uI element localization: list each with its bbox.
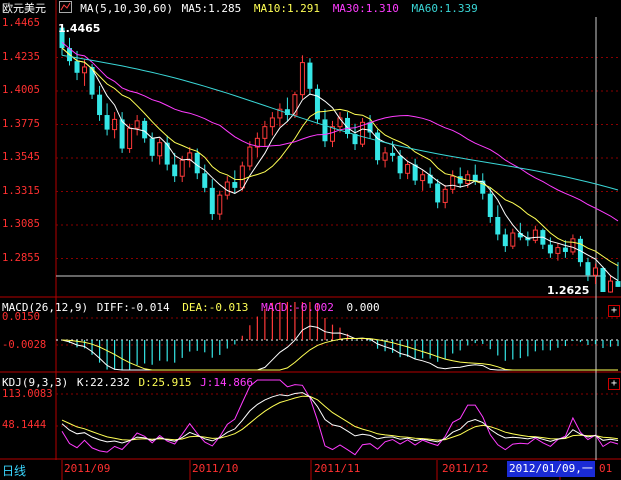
kdj-d-line bbox=[61, 395, 619, 441]
candle-body-down bbox=[104, 115, 110, 130]
macd-diff: DIFF:-0.014 bbox=[96, 301, 170, 314]
kdj-axis-mid: 48.1444 bbox=[2, 419, 47, 431]
period-tab[interactable]: 日线 bbox=[2, 462, 26, 479]
candle-body-up bbox=[224, 181, 230, 196]
candle-body-down bbox=[142, 120, 148, 139]
cursor-date-label: 2012/01/09,一 bbox=[507, 461, 595, 477]
last-price-marker: 1.2625 bbox=[547, 284, 590, 297]
macd-expand-button[interactable]: + bbox=[608, 305, 620, 317]
candle-body-up bbox=[592, 267, 598, 276]
candle-body-down bbox=[615, 281, 621, 287]
candle-body-up bbox=[405, 164, 411, 174]
candle-body-down bbox=[367, 122, 373, 133]
ma5-line bbox=[61, 47, 619, 282]
candle-body-up bbox=[555, 247, 561, 254]
candle-body-up bbox=[239, 165, 245, 189]
candle-body-down bbox=[172, 164, 178, 177]
candle-body-up bbox=[329, 126, 335, 142]
kdj-expand-button[interactable]: + bbox=[608, 378, 620, 390]
kdj-k: K:22.232 bbox=[76, 376, 130, 389]
candle-body-down bbox=[202, 173, 208, 188]
high-price-marker: 1.4465 bbox=[58, 22, 101, 35]
candle-body-down bbox=[480, 180, 486, 194]
candle-body-up bbox=[442, 188, 448, 203]
candle-body-down bbox=[495, 216, 501, 235]
candle-body-down bbox=[502, 234, 508, 247]
candle-body-up bbox=[607, 280, 613, 293]
macd-extra: 0.000 bbox=[346, 301, 380, 314]
candle-body-down bbox=[472, 174, 478, 181]
candle-body-down bbox=[600, 267, 606, 292]
candle-body-up bbox=[82, 66, 88, 74]
x-label-oct: 2011/10 bbox=[192, 462, 239, 475]
kdj-d: D:25.915 bbox=[138, 376, 192, 389]
macd-axis-zero: -0.0028 bbox=[2, 339, 47, 351]
candle-body-down bbox=[390, 152, 396, 156]
candle-body-down bbox=[585, 262, 591, 276]
x-label-nov: 2011/11 bbox=[314, 462, 361, 475]
candle-body-up bbox=[157, 142, 163, 157]
candle-body-down bbox=[435, 183, 441, 203]
candle-body-up bbox=[262, 126, 268, 139]
candle-body-up bbox=[112, 118, 118, 131]
kdj-k-line bbox=[61, 392, 619, 444]
x-label-dec: 2011/12 bbox=[442, 462, 489, 475]
candle-body-down bbox=[149, 138, 155, 156]
candle-body-up bbox=[217, 194, 223, 215]
candle-body-up bbox=[179, 159, 185, 177]
candle-body-down bbox=[487, 193, 493, 217]
macd-value: MACD:-0.002 bbox=[261, 301, 334, 314]
candle-body-up bbox=[510, 232, 516, 247]
candle-body-down bbox=[307, 62, 313, 89]
candle-body-down bbox=[194, 152, 200, 174]
macd-axis-top: 0.0150 bbox=[2, 311, 40, 323]
candle-body-down bbox=[397, 155, 403, 174]
candle-body-up bbox=[134, 120, 140, 129]
candle-body-up bbox=[269, 117, 275, 128]
macd-diff-line bbox=[61, 325, 618, 371]
candle-body-down bbox=[232, 182, 238, 188]
candle-body-down bbox=[97, 94, 103, 116]
candle-body-down bbox=[119, 119, 125, 149]
candle-body-up bbox=[247, 146, 253, 167]
candle-body-up bbox=[127, 127, 133, 150]
candle-body-up bbox=[532, 229, 538, 241]
candle-body-down bbox=[314, 88, 320, 120]
candle-body-up bbox=[570, 238, 576, 253]
candle-body-down bbox=[74, 61, 80, 73]
x-label-sep: 2011/09 bbox=[64, 462, 111, 475]
candle-body-up bbox=[299, 62, 305, 96]
candle-body-down bbox=[562, 247, 568, 252]
candle-body-down bbox=[164, 142, 170, 165]
candle-body-down bbox=[322, 119, 328, 142]
candle-body-down bbox=[209, 187, 215, 215]
candle-body-up bbox=[465, 174, 471, 184]
footer-left: 日线 bbox=[0, 460, 56, 480]
macd-dea-line bbox=[61, 337, 618, 371]
chart-canvas[interactable] bbox=[0, 0, 621, 480]
candle-body-up bbox=[420, 174, 426, 182]
kdj-axis-top: 113.0083 bbox=[2, 388, 53, 400]
candle-body-up bbox=[450, 175, 456, 190]
kdj-j: J:14.866 bbox=[200, 376, 254, 389]
macd-panel-header: MACD(26,12,9) DIFF:-0.014 DEA:-0.013 MAC… bbox=[2, 300, 386, 316]
macd-dea: DEA:-0.013 bbox=[182, 301, 249, 314]
x-label-jan-tail: 01 bbox=[599, 462, 613, 475]
candle-body-up bbox=[382, 152, 388, 161]
candle-body-down bbox=[547, 244, 553, 254]
